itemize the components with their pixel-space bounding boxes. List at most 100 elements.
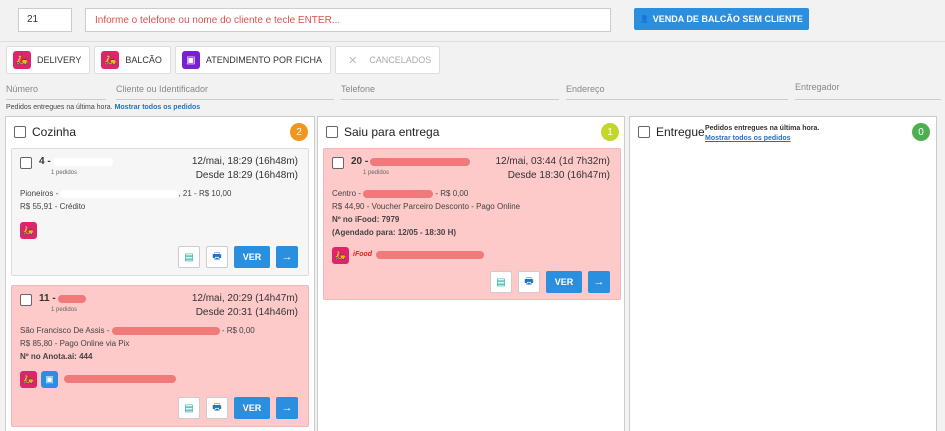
order-number-line: 4 - [39,156,113,167]
number-input[interactable]: 21 [18,8,72,32]
address-part: Centro - [332,189,361,198]
moto-icon: 🛵 [332,247,349,264]
order-since: Desde 20:31 (14h46m) [195,307,298,318]
entregador-underline [795,99,941,100]
order-extra: Nº no Anota.ai: 444 [20,352,93,361]
order-date: 12/mai, 18:29 (16h48m) [191,156,298,167]
column-entregue: Entregue Pedidos entregues na última hor… [629,116,937,431]
entregue-note: Pedidos entregues na última hora. Mostra… [705,124,819,144]
count-badge: 0 [912,123,930,141]
redacted-name [370,157,471,166]
entregue-note-text: Pedidos entregues na última hora. [705,125,820,132]
select-all-checkbox[interactable] [326,126,338,138]
order-count: 1 pedidos [51,307,78,313]
order-address: São Francisco De Assis - - R$ 0,00 [20,326,255,335]
moto-icon: 🛵 [101,51,120,69]
delivery-button[interactable]: 🛵 DELIVERY [6,46,91,74]
order-checkbox[interactable] [20,294,32,306]
venda-balcao-button[interactable]: 👤 VENDA DE BALCÃO SEM CLIENTE [634,8,809,30]
top-bar: 21 Informe o telefone ou nome do cliente… [0,0,945,42]
ticket-icon: ▣ [181,51,200,69]
anota-ai-icon: ▣ [41,371,58,388]
address-part: - R$ 0,00 [221,326,255,335]
cliente-filter[interactable]: Cliente ou Identificador [116,84,208,94]
order-count: 1 pedidos [51,170,78,176]
order-number: 11 - [39,293,56,304]
ficha-button[interactable]: ▣ ATENDIMENTO POR FICHA [174,46,332,74]
ifood-logo: iFood [353,251,373,258]
ver-button[interactable]: VER [546,271,582,293]
redacted-address [363,189,434,198]
moto-icon: 🛵 [13,51,31,69]
venda-balcao-label: VENDA DE BALCÃO SEM CLIENTE [652,14,803,24]
moto-icon: 🛵 [20,222,37,239]
cancelados-label: CANCELADOS [369,55,432,65]
numero-filter[interactable]: Número [6,84,38,94]
order-checkbox[interactable] [332,157,344,169]
order-address: Pioneiros - , 21 - R$ 10,00 [20,189,231,198]
order-date: 12/mai, 20:29 (14h47m) [191,293,298,304]
select-all-checkbox[interactable] [14,126,26,138]
user-icon: 👤 [640,16,649,23]
order-address: Centro - - R$ 0,00 [332,189,468,198]
moto-icon: 🛵 [20,371,37,388]
order-payment: R$ 55,91 - Crédito [20,202,86,211]
column-title-text: Cozinha [32,125,77,139]
column-header: Cozinha 2 [6,123,314,143]
order-date: 12/mai, 03:44 (1d 7h32m) [495,156,610,167]
receipt-button[interactable]: ▤ [178,397,200,419]
order-number: 4 - [39,156,51,167]
column-title-text: Entregue [656,125,705,139]
redacted-name [52,157,113,166]
order-since: Desde 18:30 (16h47m) [507,170,610,181]
show-all-link[interactable]: Mostrar todos os pedidos [115,104,201,111]
print-button[interactable]: 🖶 [518,271,540,293]
advance-button[interactable]: → [276,397,298,419]
cancelados-button[interactable]: ✕ CANCELADOS [335,46,441,74]
redacted-address [111,326,220,335]
order-number: 20 - [351,156,369,167]
order-card[interactable]: 4 - 1 pedidos 12/mai, 18:29 (16h48m) Des… [11,148,309,276]
search-input[interactable]: Informe o telefone ou nome do cliente e … [85,8,611,32]
order-schedule: (Agendado para: 12/05 - 18:30 H) [332,228,457,237]
redacted-name [57,294,86,303]
order-checkbox[interactable] [20,157,32,169]
entregue-show-all-link[interactable]: Mostrar todos os pedidos [705,135,791,142]
redacted-address [60,189,179,198]
column-header: Saiu para entrega 1 [318,123,624,143]
order-card[interactable]: 11 - 1 pedidos 12/mai, 20:29 (14h47m) De… [11,285,309,427]
advance-button[interactable]: → [588,271,610,293]
numero-underline [6,99,106,100]
column-cozinha: Cozinha 2 4 - 1 pedidos 12/mai, 18:29 (1… [5,116,315,431]
print-button[interactable]: 🖶 [206,246,228,268]
telefone-filter[interactable]: Telefone [341,84,375,94]
advance-button[interactable]: → [276,246,298,268]
order-number-line: 20 - [351,156,471,167]
ver-button[interactable]: VER [234,397,270,419]
endereco-underline [566,99,788,100]
balcao-button[interactable]: 🛵 BALCÃO [94,46,171,74]
address-part: - R$ 0,00 [435,189,469,198]
address-part: São Francisco De Assis - [20,326,110,335]
filter-row: Número Cliente ou Identificador Telefone… [6,80,945,100]
card-actions: ▤ 🖶 VER → [178,246,298,268]
redacted-partner [64,375,176,383]
ver-button[interactable]: VER [234,246,270,268]
telefone-underline [341,99,559,100]
order-card[interactable]: 20 - 1 pedidos 12/mai, 03:44 (1d 7h32m) … [323,148,621,300]
order-payment: R$ 85,80 - Pago Online via Pix [20,339,130,348]
entregador-filter[interactable]: Entregador [795,82,840,92]
order-since: Desde 18:29 (16h48m) [195,170,298,181]
close-icon: ✕ [348,54,358,67]
column-title: Saiu para entrega [326,125,439,139]
address-part: , 21 - R$ 10,00 [178,189,232,198]
ficha-label: ATENDIMENTO POR FICHA [205,55,323,65]
print-button[interactable]: 🖶 [206,397,228,419]
balcao-label: BALCÃO [125,55,162,65]
endereco-filter[interactable]: Endereço [566,84,605,94]
column-title-text: Saiu para entrega [344,125,440,139]
select-all-checkbox[interactable] [638,126,650,138]
receipt-button[interactable]: ▤ [490,271,512,293]
order-number-line: 11 - [39,293,86,304]
receipt-button[interactable]: ▤ [178,246,200,268]
